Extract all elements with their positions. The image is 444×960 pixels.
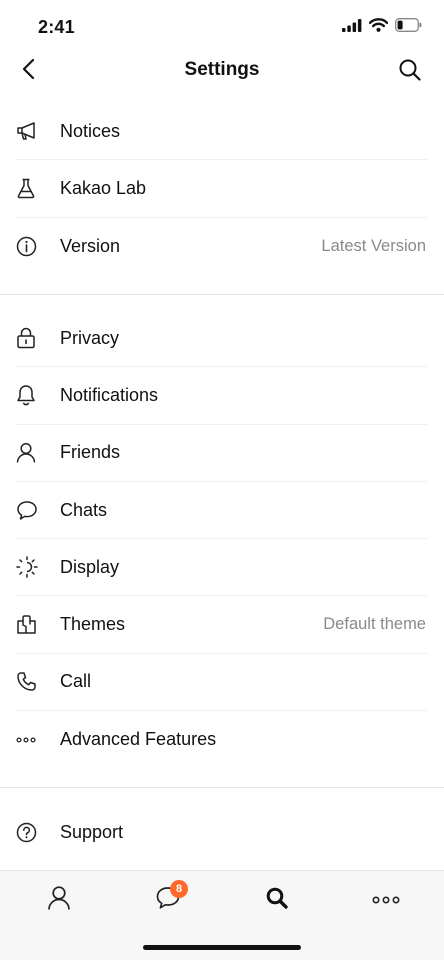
status-icons (342, 18, 422, 37)
settings-section-preferences: Privacy Notifications Friends Chats Disp… (0, 310, 444, 768)
settings-row-label: Support (60, 822, 124, 843)
settings-row-label: Display (60, 556, 120, 577)
phone-icon (16, 670, 50, 694)
theme-value: Default theme (323, 615, 426, 634)
settings-row-label: Call (60, 671, 92, 692)
wifi-icon (368, 18, 389, 37)
settings-row-friends[interactable]: Friends (16, 425, 428, 482)
settings-row-label: Chats (60, 499, 108, 520)
person-icon (47, 885, 71, 916)
settings-row-notices[interactable]: Notices (16, 103, 428, 161)
settings-row-support[interactable]: Support (16, 804, 428, 861)
lock-icon (16, 326, 50, 350)
section-divider (0, 787, 444, 788)
section-divider (0, 294, 444, 295)
chat-bubble-icon (16, 498, 50, 522)
settings-row-privacy[interactable]: Privacy (16, 310, 428, 368)
tab-more[interactable] (366, 885, 406, 915)
more-dots-icon (16, 728, 50, 752)
battery-icon (395, 18, 422, 37)
info-icon (16, 234, 50, 258)
settings-row-call[interactable]: Call (16, 654, 428, 712)
settings-row-label: Privacy (60, 327, 120, 348)
settings-row-version[interactable]: Version Latest Version (16, 218, 428, 275)
tab-chats[interactable]: 8 (148, 880, 188, 915)
settings-row-label: Notices (60, 120, 121, 141)
settings-row-label: Kakao Lab (60, 177, 147, 198)
settings-row-display[interactable]: Display (16, 539, 428, 597)
settings-row-label: Themes (60, 614, 126, 635)
help-icon (16, 821, 50, 845)
nav-bar: Settings (0, 46, 444, 98)
settings-row-label: Advanced Features (60, 729, 217, 750)
settings-row-advanced-features[interactable]: Advanced Features (16, 711, 428, 768)
settings-row-chats[interactable]: Chats (16, 482, 428, 540)
settings-section-support: Support (0, 804, 444, 861)
cellular-signal-icon (342, 18, 362, 37)
flask-icon (16, 176, 50, 200)
settings-row-label: Friends (60, 442, 121, 463)
unread-badge: 8 (170, 880, 188, 898)
page-title: Settings (184, 59, 260, 80)
home-indicator (143, 945, 301, 950)
settings-row-themes[interactable]: Themes Default theme (16, 596, 428, 654)
version-value: Latest Version (321, 236, 426, 255)
status-time: 2:41 (38, 17, 75, 37)
theme-icon (16, 613, 50, 637)
settings-row-notifications[interactable]: Notifications (16, 367, 428, 425)
brightness-icon (16, 555, 50, 579)
person-icon (16, 441, 50, 465)
settings-row-label: Version (60, 235, 121, 256)
tab-friends[interactable] (39, 885, 79, 915)
search-icon (398, 59, 422, 86)
search-button[interactable] (398, 58, 426, 86)
more-dots-icon (372, 891, 400, 909)
bell-icon (16, 383, 50, 407)
settings-row-label: Notifications (60, 384, 159, 405)
search-icon (265, 886, 289, 915)
settings-row-kakao-lab[interactable]: Kakao Lab (16, 160, 428, 218)
tab-search[interactable] (257, 885, 297, 915)
settings-section-general: Notices Kakao Lab Version Latest Version (0, 103, 444, 275)
megaphone-icon (16, 119, 50, 143)
